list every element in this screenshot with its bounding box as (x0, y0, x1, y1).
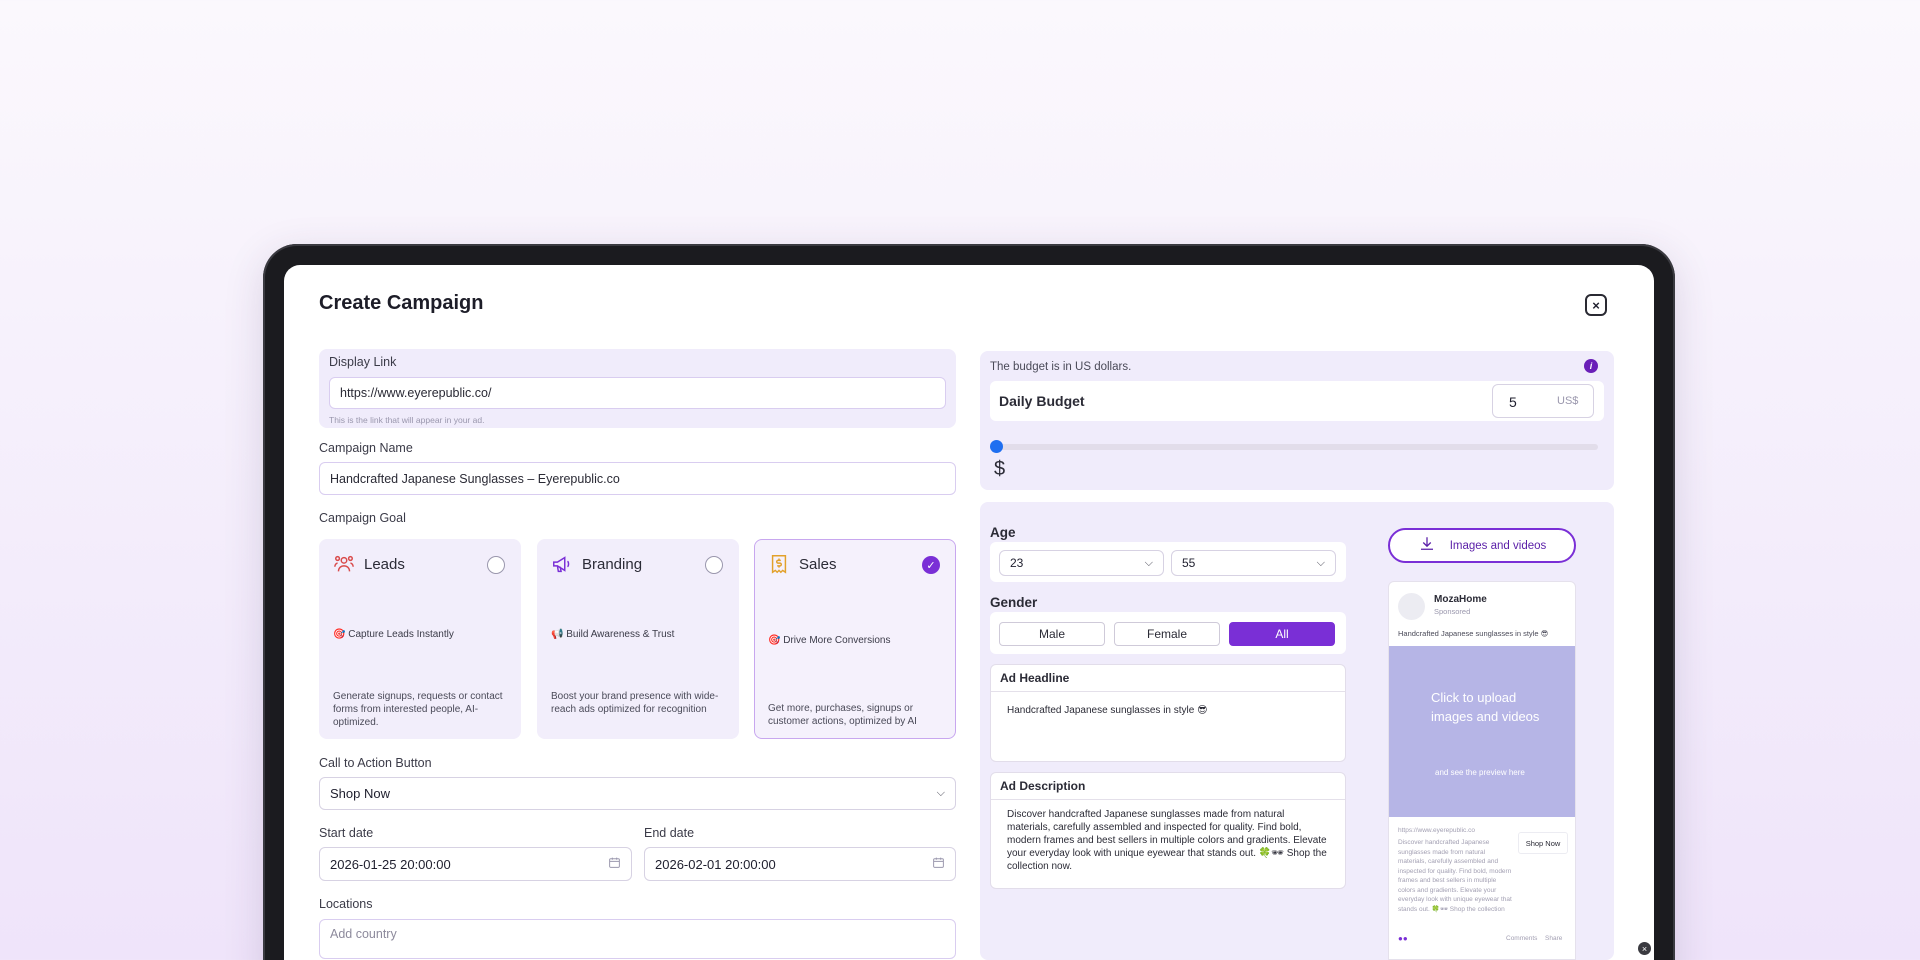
daily-budget-row: Daily Budget 5 US$ (990, 381, 1604, 421)
gender-label: Gender (990, 595, 1038, 610)
targeting-panel: Age 23 ⌵ 55 ⌵ Gender Male Female All Ad … (980, 502, 1614, 960)
close-button[interactable]: × (1585, 294, 1607, 316)
campaign-name-label: Campaign Name (319, 441, 413, 455)
cta-value: Shop Now (330, 786, 390, 801)
start-date-value: 2026-01-25 20:00:00 (330, 856, 451, 872)
images-videos-button[interactable]: Images and videos (1388, 528, 1576, 563)
reactions-icon: ●● (1398, 934, 1408, 943)
campaign-name-input[interactable]: Handcrafted Japanese Sunglasses – Eyerep… (319, 462, 956, 495)
age-label: Age (990, 525, 1016, 540)
gender-option-female[interactable]: Female (1114, 622, 1220, 646)
goal-card-leads[interactable]: Leads 🎯 Capture Leads Instantly Generate… (319, 539, 521, 739)
ad-preview: MozaHome Sponsored Handcrafted Japanese … (1388, 581, 1576, 960)
goal-description-leads: Generate signups, requests or contact fo… (333, 691, 503, 728)
start-date-label: Start date (319, 826, 374, 840)
ad-description-box: Ad Description Discover handcrafted Japa… (990, 772, 1346, 889)
ad-headline-label: Ad Headline (991, 665, 1345, 692)
cta-label: Call to Action Button (319, 756, 432, 770)
chevron-down-icon: ⌵ (1316, 556, 1325, 569)
download-icon (1418, 535, 1436, 556)
preview-share: Share (1545, 935, 1563, 942)
preview-link: https://www.eyerepublic.co (1398, 827, 1475, 834)
locations-label: Locations (319, 897, 373, 911)
avatar (1398, 593, 1425, 620)
calendar-icon (608, 856, 621, 872)
goal-radio-branding[interactable] (705, 556, 723, 574)
goal-radio-leads[interactable] (487, 556, 505, 574)
end-date-value: 2026-02-01 20:00:00 (655, 856, 776, 872)
age-max-value: 55 (1182, 556, 1196, 570)
calendar-icon (932, 856, 945, 872)
create-campaign-modal: Create Campaign × Display Link https://w… (284, 265, 1654, 960)
preview-page-name: MozaHome (1434, 594, 1487, 605)
preview-sponsored: Sponsored (1434, 607, 1471, 616)
ad-description-input[interactable]: Discover handcrafted Japanese sunglasses… (991, 800, 1345, 882)
chevron-down-icon: ⌵ (1144, 556, 1153, 569)
goal-title-leads: Leads (364, 556, 405, 573)
age-row: 23 ⌵ 55 ⌵ (990, 542, 1346, 582)
goal-subtitle-branding: 📢 Build Awareness & Trust (551, 629, 675, 640)
users-icon (333, 553, 355, 580)
goal-description-branding: Boost your brand presence with wide-reac… (551, 691, 719, 715)
display-link-input[interactable]: https://www.eyerepublic.co/ (329, 377, 946, 409)
budget-panel: The budget is in US dollars. i Daily Bud… (980, 351, 1614, 490)
goal-description-sales: Get more, purchases, signups or customer… (768, 703, 917, 727)
gender-option-all[interactable]: All (1229, 622, 1335, 646)
close-icon[interactable]: × (1638, 942, 1651, 955)
age-min-value: 23 (1010, 556, 1024, 570)
ad-headline-box: Ad Headline Handcrafted Japanese sunglas… (990, 664, 1346, 762)
ad-description-label: Ad Description (991, 773, 1345, 800)
upload-subtext: and see the preview here (1435, 768, 1525, 777)
daily-budget-label: Daily Budget (999, 393, 1085, 409)
goal-card-sales[interactable]: Sales ✓ 🎯 Drive More Conversions Get mor… (754, 539, 956, 739)
currency-label: US$ (1557, 395, 1579, 407)
budget-slider-track[interactable] (994, 444, 1598, 450)
goal-title-branding: Branding (582, 556, 643, 573)
budget-slider-handle[interactable] (990, 440, 1003, 453)
gender-row: Male Female All (990, 612, 1346, 654)
display-link-hint: This is the link that will appear in you… (329, 415, 485, 425)
daily-budget-value: 5 (1509, 394, 1517, 410)
goal-card-branding[interactable]: Branding 📢 Build Awareness & Trust Boost… (537, 539, 739, 739)
dollar-icon: $ (994, 458, 1006, 480)
megaphone-icon (551, 553, 573, 580)
images-videos-label: Images and videos (1449, 539, 1547, 552)
end-date-label: End date (644, 826, 695, 840)
cta-select[interactable]: Shop Now ⌵ (319, 777, 956, 810)
upload-area[interactable]: Click to upload images and videos and se… (1389, 646, 1575, 817)
goal-subtitle-sales: 🎯 Drive More Conversions (768, 635, 891, 646)
info-icon[interactable]: i (1584, 359, 1598, 373)
daily-budget-input[interactable]: 5 US$ (1492, 384, 1594, 418)
preview-body: Discover handcrafted Japanese sunglasses… (1398, 839, 1512, 916)
ad-headline-input[interactable]: Handcrafted Japanese sunglasses in style… (991, 692, 1345, 726)
start-date-input[interactable]: 2026-01-25 20:00:00 (319, 847, 632, 881)
locations-input[interactable]: Add country (319, 919, 956, 959)
campaign-goal-label: Campaign Goal (319, 511, 406, 525)
age-max-select[interactable]: 55 ⌵ (1171, 550, 1336, 576)
upload-text: Click to upload images and videos (1431, 690, 1540, 724)
receipt-dollar-icon (768, 553, 790, 580)
gender-option-male[interactable]: Male (999, 622, 1105, 646)
goal-title-sales: Sales (799, 556, 837, 573)
display-link-label: Display Link (329, 355, 397, 369)
display-link-panel: Display Link https://www.eyerepublic.co/… (319, 349, 956, 428)
goal-subtitle-leads: 🎯 Capture Leads Instantly (333, 629, 454, 640)
modal-title: Create Campaign (319, 292, 484, 314)
chevron-down-icon: ⌵ (936, 787, 945, 799)
check-icon: ✓ (926, 559, 936, 572)
preview-shop-button[interactable]: Shop Now (1518, 832, 1568, 854)
preview-comments: Comments (1506, 935, 1538, 942)
close-icon: × (1592, 297, 1600, 313)
goal-radio-sales[interactable]: ✓ (922, 556, 940, 574)
age-min-select[interactable]: 23 ⌵ (999, 550, 1164, 576)
budget-note: The budget is in US dollars. (990, 361, 1132, 373)
end-date-input[interactable]: 2026-02-01 20:00:00 (644, 847, 956, 881)
preview-caption: Handcrafted Japanese sunglasses in style… (1398, 629, 1549, 638)
